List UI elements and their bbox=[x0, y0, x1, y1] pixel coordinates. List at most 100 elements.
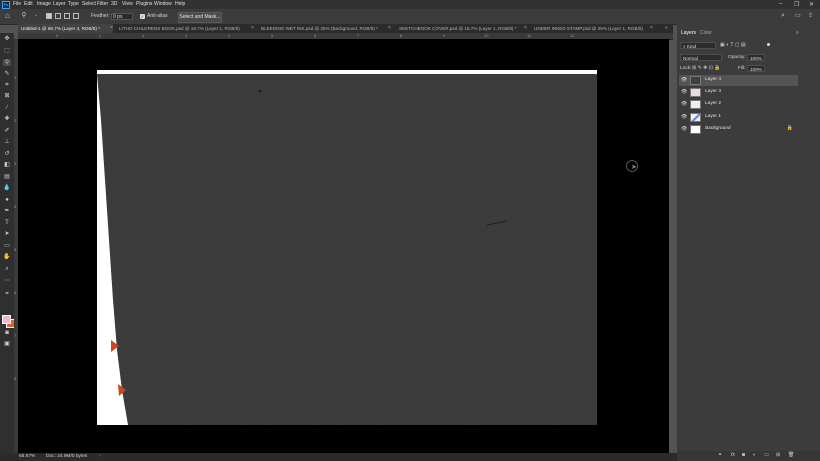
close-icon[interactable]: × bbox=[251, 24, 254, 33]
tab-untitled-1[interactable]: Untitled-1 @ 66.7% (Layer 4, RGB/8) * bbox=[18, 24, 113, 33]
feather-input[interactable]: 0 px bbox=[111, 13, 133, 20]
lock-icons[interactable]: ⊞ ✎ ✥ ⊡ 🔒 bbox=[692, 65, 721, 71]
move-tool-icon[interactable]: ✥ bbox=[3, 36, 11, 43]
quick-mask-icon[interactable]: ◙ bbox=[3, 330, 11, 337]
add-mask-icon[interactable]: ◙ bbox=[742, 452, 745, 458]
minimize-icon[interactable]: – bbox=[779, 1, 782, 7]
antialias-checkbox[interactable]: ✓ bbox=[140, 14, 145, 19]
new-selection-icon[interactable] bbox=[46, 13, 52, 19]
close-icon[interactable]: × bbox=[110, 24, 113, 33]
subtract-from-selection-icon[interactable] bbox=[64, 13, 70, 19]
menu-view[interactable]: View bbox=[122, 1, 133, 7]
blur-tool-icon[interactable]: 💧 bbox=[3, 185, 11, 192]
menu-image[interactable]: Image bbox=[37, 1, 51, 7]
new-group-icon[interactable]: ▭ bbox=[764, 452, 769, 458]
share-icon[interactable]: ⇪ bbox=[808, 12, 813, 19]
layer-name[interactable]: Layer 3 bbox=[705, 89, 721, 94]
menu-edit[interactable]: Edit bbox=[24, 1, 33, 7]
intersect-selection-icon[interactable] bbox=[73, 13, 79, 19]
delete-layer-icon[interactable]: 🗑 bbox=[788, 452, 794, 458]
tab-layers[interactable]: Layers bbox=[681, 30, 696, 36]
layer-row-layer-3[interactable]: 👁 Layer 3 bbox=[679, 87, 798, 98]
swap-colors-icon[interactable]: ⇄ bbox=[3, 289, 11, 296]
gradient-tool-icon[interactable]: ▤ bbox=[3, 174, 11, 181]
lock-icon[interactable]: 🔒 bbox=[787, 125, 793, 131]
search-icon[interactable]: ⌕ bbox=[781, 12, 785, 20]
dodge-tool-icon[interactable]: ● bbox=[3, 197, 11, 204]
layer-name[interactable]: Layer 4 bbox=[705, 77, 721, 82]
menu-3d[interactable]: 3D bbox=[111, 1, 117, 7]
layer-row-layer-1[interactable]: 👁 Layer 1 bbox=[679, 112, 798, 123]
eye-icon[interactable]: 👁 bbox=[681, 101, 687, 107]
eye-icon[interactable]: 👁 bbox=[681, 77, 687, 83]
hand-tool-icon[interactable]: ✋ bbox=[3, 254, 11, 261]
quick-selection-tool-icon[interactable]: ✎ bbox=[3, 71, 11, 78]
tab-litho-childrens-book[interactable]: LITHO CHILDRENS BOOK.psd @ 16.7% (Layer … bbox=[119, 24, 253, 33]
history-brush-tool-icon[interactable]: ↺ bbox=[3, 151, 11, 158]
maximize-icon[interactable]: ❐ bbox=[794, 1, 799, 8]
eye-icon[interactable]: 👁 bbox=[681, 89, 687, 95]
panel-menu-icon[interactable]: ≡ bbox=[796, 30, 799, 36]
close-icon[interactable]: × bbox=[388, 24, 391, 33]
close-icon[interactable]: × bbox=[524, 24, 527, 33]
screen-mode-icon[interactable]: ▣ bbox=[3, 341, 11, 348]
eye-icon[interactable]: 👁 bbox=[681, 114, 687, 120]
layer-row-background[interactable]: 👁 Background 🔒 bbox=[679, 124, 798, 135]
workspace-icon[interactable]: ▭ bbox=[795, 12, 801, 19]
filter-icons[interactable]: ▣ ◐ T ▢ ▤ bbox=[720, 42, 746, 48]
type-tool-icon[interactable]: T bbox=[3, 220, 11, 227]
layer-name[interactable]: Layer 1 bbox=[705, 114, 721, 119]
more-tabs-icon[interactable]: » bbox=[665, 24, 668, 33]
foreground-color-swatch[interactable] bbox=[2, 315, 11, 324]
fill-input[interactable]: 100% bbox=[747, 65, 765, 72]
brush-tool-icon[interactable]: ✐ bbox=[3, 128, 11, 135]
menu-layer[interactable]: Layer bbox=[53, 1, 66, 7]
opacity-input[interactable]: 100% bbox=[747, 54, 765, 61]
lasso-tool-preset-icon[interactable]: ϙ bbox=[22, 11, 26, 18]
marquee-tool-icon[interactable]: ⬚ bbox=[3, 48, 11, 55]
close-icon[interactable]: × bbox=[650, 24, 653, 33]
path-selection-tool-icon[interactable]: ➤ bbox=[3, 231, 11, 238]
menu-filter[interactable]: Filter bbox=[97, 1, 108, 7]
menu-help[interactable]: Help bbox=[175, 1, 185, 7]
new-layer-icon[interactable]: ⊞ bbox=[776, 452, 780, 458]
lasso-tool-icon[interactable]: ϙ bbox=[3, 59, 11, 66]
clone-stamp-tool-icon[interactable]: ⊥ bbox=[3, 139, 11, 146]
tab-sketchbook-cover[interactable]: SKETCHBOOK COVER.psd @ 16.7% (Layer 1, R… bbox=[399, 24, 525, 33]
rectangle-tool-icon[interactable]: ▭ bbox=[3, 243, 11, 250]
zoom-level[interactable]: 66.67% bbox=[19, 454, 35, 459]
layer-name[interactable]: Layer 2 bbox=[705, 101, 721, 106]
home-icon[interactable]: ⌂ bbox=[5, 11, 10, 20]
tab-color[interactable]: Color bbox=[700, 30, 712, 36]
layer-row-layer-4[interactable]: 👁 Layer 4 bbox=[679, 75, 798, 86]
layer-name[interactable]: Background bbox=[705, 126, 731, 131]
zoom-tool-icon[interactable]: ⌕ bbox=[3, 266, 11, 273]
kind-filter-select[interactable]: ⌕ Kind bbox=[680, 42, 716, 49]
more-tools-icon[interactable]: ⋯ bbox=[3, 278, 11, 285]
tab-bleeding-wet-ink[interactable]: BLEEDING WET INK.psd @ 25% (Background, … bbox=[261, 24, 387, 33]
eraser-tool-icon[interactable]: ◧ bbox=[3, 162, 11, 169]
menu-file[interactable]: File bbox=[13, 1, 21, 7]
eye-icon[interactable]: 👁 bbox=[681, 126, 687, 132]
menu-type[interactable]: Type bbox=[68, 1, 79, 7]
fx-icon[interactable]: fx bbox=[731, 452, 735, 458]
close-icon[interactable]: ✕ bbox=[809, 1, 814, 8]
frame-tool-icon[interactable]: ⊠ bbox=[3, 93, 11, 100]
photoshop-logo-icon[interactable]: Ps bbox=[2, 1, 10, 9]
layer-row-layer-2[interactable]: 👁 Layer 2 bbox=[679, 99, 798, 110]
eyedropper-tool-icon[interactable]: ⁄ bbox=[3, 105, 11, 112]
pen-tool-icon[interactable]: ✒ bbox=[3, 208, 11, 215]
healing-brush-tool-icon[interactable]: ✚ bbox=[3, 116, 11, 123]
add-to-selection-icon[interactable] bbox=[55, 13, 61, 19]
menu-window[interactable]: Window bbox=[154, 1, 172, 7]
link-layers-icon[interactable]: ⚭ bbox=[718, 452, 722, 458]
adjustment-layer-icon[interactable]: ◐ bbox=[753, 452, 756, 458]
menu-select[interactable]: Select bbox=[82, 1, 96, 7]
filter-toggle-icon[interactable] bbox=[767, 43, 770, 46]
tab-under-inked-stamp[interactable]: UNDER INKED STAMP.psd @ 25% (Layer 1, RG… bbox=[534, 24, 650, 33]
blend-mode-select[interactable]: Normal bbox=[680, 54, 722, 61]
crop-tool-icon[interactable]: ⌗ bbox=[3, 82, 11, 89]
chevron-right-icon[interactable]: › bbox=[99, 454, 101, 459]
document-canvas[interactable] bbox=[97, 70, 597, 425]
menu-plugins[interactable]: Plugins bbox=[136, 1, 152, 7]
